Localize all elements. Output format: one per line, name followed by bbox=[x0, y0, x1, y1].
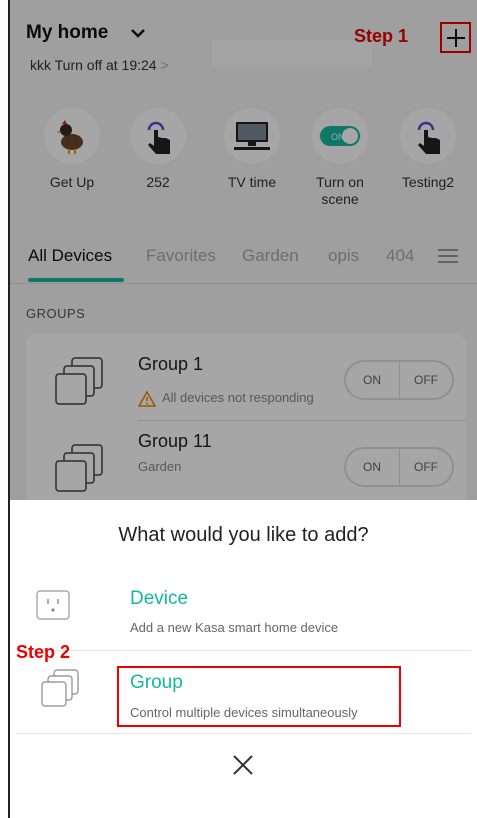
phone-screen: My home kkk Turn off at 19:24 > Step 1 Ge… bbox=[10, 0, 477, 818]
option-description: Add a new Kasa smart home device bbox=[130, 620, 339, 635]
add-sheet: What would you like to add? Device Add a… bbox=[10, 500, 477, 818]
app-root: My home kkk Turn off at 19:24 > Step 1 Ge… bbox=[0, 0, 477, 818]
close-icon[interactable] bbox=[232, 754, 254, 776]
sheet-title: What would you like to add? bbox=[118, 524, 369, 546]
option-label: Device bbox=[130, 588, 189, 609]
divider bbox=[16, 650, 471, 651]
step2-annotation: Step 2 bbox=[16, 642, 71, 662]
divider bbox=[16, 733, 471, 734]
modal-backdrop[interactable] bbox=[10, 0, 477, 500]
group-stack-icon bbox=[41, 669, 79, 707]
step2-highlight bbox=[117, 666, 401, 727]
smart-plug-icon bbox=[36, 590, 70, 620]
